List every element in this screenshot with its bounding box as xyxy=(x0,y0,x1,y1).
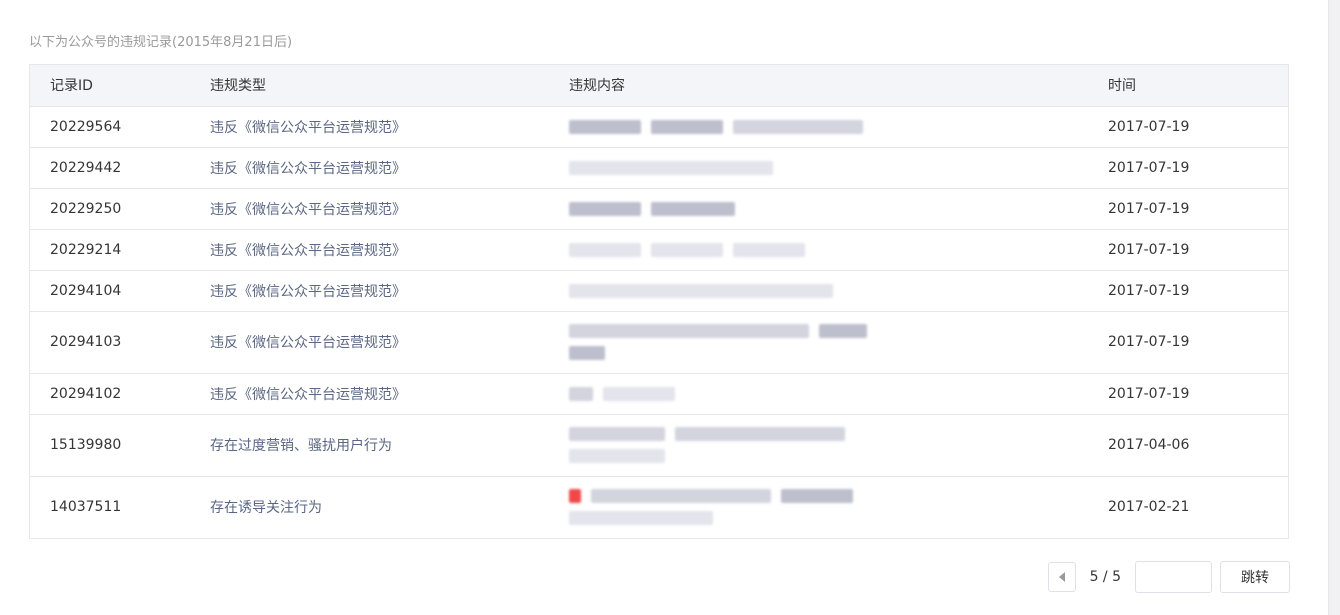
violation-time: 2017-07-19 xyxy=(1108,373,1288,415)
table-row: 15139980 存在过度营销、骚扰用户行为 2017-04-06 xyxy=(30,414,1288,477)
record-id: 20229442 xyxy=(30,147,210,189)
violation-type-link[interactable]: 违反《微信公众平台运营规范》 xyxy=(210,229,569,271)
table-row: 20229214 违反《微信公众平台运营规范》 2017-07-19 xyxy=(30,229,1288,271)
record-id: 20294104 xyxy=(30,270,210,312)
record-id: 20294103 xyxy=(30,311,210,374)
violation-table: 记录ID 违规类型 违规内容 时间 20229564 违反《微信公众平台运营规范… xyxy=(29,64,1289,539)
table-row: 20229250 违反《微信公众平台运营规范》 2017-07-19 xyxy=(30,188,1288,230)
violation-content-redacted xyxy=(569,147,1108,189)
prev-page-button[interactable] xyxy=(1047,562,1076,592)
page-number-input[interactable] xyxy=(1135,561,1212,593)
violation-type-link[interactable]: 违反《微信公众平台运营规范》 xyxy=(210,270,569,312)
header-violation-type: 违规类型 xyxy=(210,65,569,107)
violation-time: 2017-04-06 xyxy=(1108,414,1288,477)
violation-type-link[interactable]: 存在诱导关注行为 xyxy=(210,476,569,538)
header-record-id: 记录ID xyxy=(30,65,210,107)
violation-type-link[interactable]: 违反《微信公众平台运营规范》 xyxy=(210,311,569,374)
violation-content-redacted xyxy=(569,229,1108,271)
violation-content-redacted xyxy=(569,414,1108,477)
table-row: 20229564 违反《微信公众平台运营规范》 2017-07-19 xyxy=(30,106,1288,148)
violation-content-redacted xyxy=(569,476,1108,538)
jump-button[interactable]: 跳转 xyxy=(1220,561,1290,593)
violation-content-redacted xyxy=(569,270,1108,312)
header-time: 时间 xyxy=(1108,65,1288,107)
violation-time: 2017-07-19 xyxy=(1108,311,1288,374)
violation-time: 2017-07-19 xyxy=(1108,147,1288,189)
violation-type-link[interactable]: 违反《微信公众平台运营规范》 xyxy=(210,147,569,189)
intro-text: 以下为公众号的违规记录(2015年8月21日后) xyxy=(29,35,293,50)
violation-type-link[interactable]: 违反《微信公众平台运营规范》 xyxy=(210,106,569,148)
violation-type-link[interactable]: 违反《微信公众平台运营规范》 xyxy=(210,373,569,415)
table-row: 14037511 存在诱导关注行为 2017-02-21 xyxy=(30,476,1288,538)
page-indicator: 5 / 5 xyxy=(1089,569,1121,585)
table-header-row: 记录ID 违规类型 违规内容 时间 xyxy=(30,65,1288,107)
violation-time: 2017-07-19 xyxy=(1108,270,1288,312)
record-id: 20229564 xyxy=(30,106,210,148)
record-id: 15139980 xyxy=(30,414,210,477)
violation-time: 2017-07-19 xyxy=(1108,106,1288,148)
violation-time: 2017-07-19 xyxy=(1108,229,1288,271)
violation-content-redacted xyxy=(569,373,1108,415)
chevron-left-icon xyxy=(1058,572,1065,582)
violation-time: 2017-07-19 xyxy=(1108,188,1288,230)
record-id: 20294102 xyxy=(30,373,210,415)
violation-content-redacted xyxy=(569,188,1108,230)
violation-type-link[interactable]: 违反《微信公众平台运营规范》 xyxy=(210,188,569,230)
violation-content-redacted xyxy=(569,311,1108,374)
record-id: 14037511 xyxy=(50,499,122,516)
scrollbar[interactable] xyxy=(1328,0,1340,615)
table-row: 20294103 违反《微信公众平台运营规范》 2017-07-19 xyxy=(30,311,1288,374)
table-row: 20294102 违反《微信公众平台运营规范》 2017-07-19 xyxy=(30,373,1288,415)
pagination: 5 / 5 跳转 xyxy=(1047,561,1290,593)
violation-content-redacted xyxy=(569,106,1108,148)
table-row: 20229442 违反《微信公众平台运营规范》 2017-07-19 xyxy=(30,147,1288,189)
violation-time: 2017-02-21 xyxy=(1108,499,1190,516)
violation-type-link[interactable]: 存在过度营销、骚扰用户行为 xyxy=(210,414,569,477)
record-id: 20229250 xyxy=(30,188,210,230)
record-id: 20229214 xyxy=(30,229,210,271)
violation-records-page: 以下为公众号的违规记录(2015年8月21日后) 记录ID 违规类型 违规内容 … xyxy=(0,0,1340,615)
table-row: 20294104 违反《微信公众平台运营规范》 2017-07-19 xyxy=(30,270,1288,312)
header-violation-content: 违规内容 xyxy=(569,65,1108,107)
